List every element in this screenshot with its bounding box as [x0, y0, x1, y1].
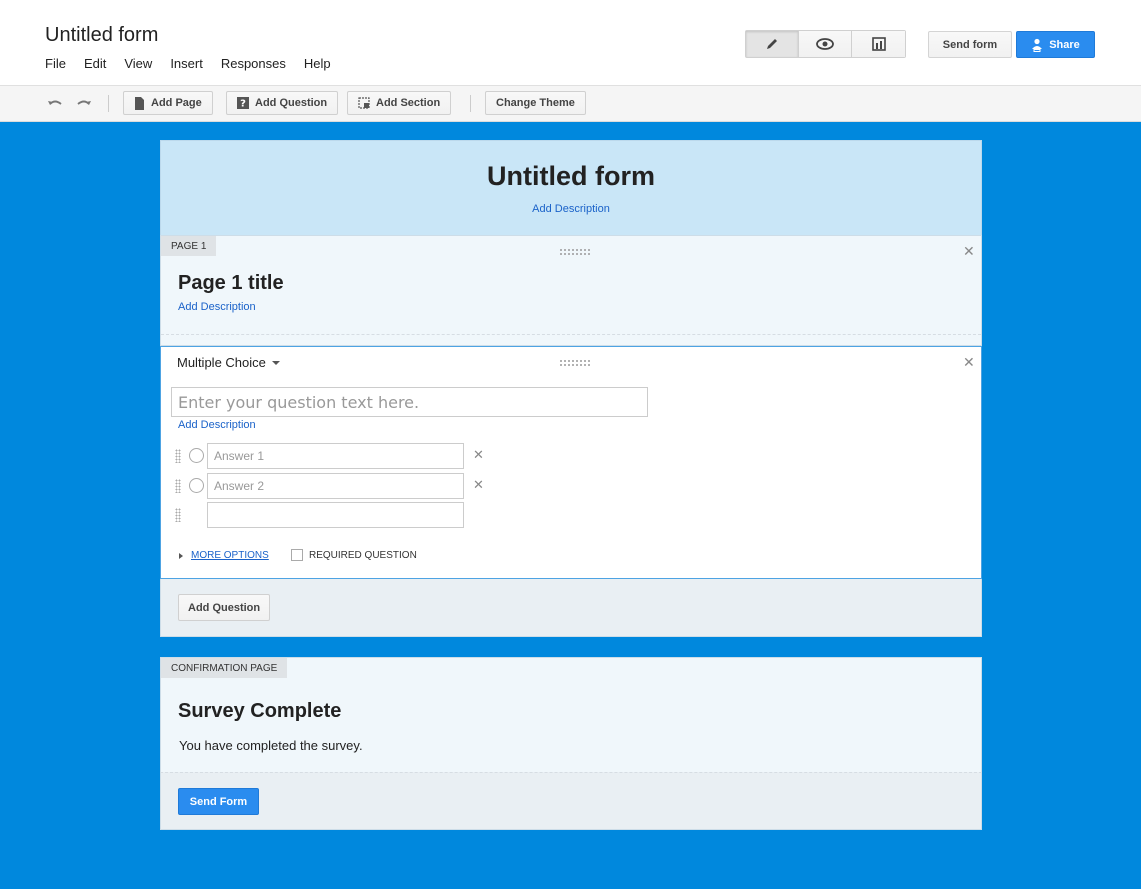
- question-editor: Multiple Choice ✕ Enter your question te…: [160, 346, 982, 579]
- spreadsheet-icon: [871, 37, 886, 51]
- question-text-input[interactable]: Enter your question text here.: [171, 387, 648, 417]
- confirmation-tag: CONFIRMATION PAGE: [161, 658, 288, 678]
- add-question-area: Add Question: [160, 579, 982, 637]
- change-theme-button[interactable]: Change Theme: [485, 91, 586, 115]
- answer-input[interactable]: Answer 1: [207, 443, 464, 469]
- redo-icon[interactable]: [75, 95, 93, 113]
- page-add-description-link[interactable]: Add Description: [178, 301, 256, 313]
- view-mode-toggle: [745, 30, 906, 58]
- more-options-link[interactable]: MORE OPTIONS: [179, 550, 269, 561]
- toolbar-divider: [108, 95, 109, 112]
- preview-mode-button[interactable]: [799, 31, 852, 57]
- grip-icon[interactable]: [175, 449, 181, 463]
- confirmation-title[interactable]: Survey Complete: [178, 700, 341, 723]
- menu-help[interactable]: Help: [304, 56, 331, 71]
- person-share-icon: [1032, 38, 1043, 52]
- grip-icon[interactable]: [175, 479, 181, 493]
- app-header: Untitled form File Edit View Insert Resp…: [0, 0, 1141, 86]
- remove-answer-icon[interactable]: ✕: [473, 477, 484, 493]
- svg-text:?: ?: [240, 99, 246, 110]
- edit-mode-button[interactable]: [746, 31, 799, 57]
- divider: [161, 334, 981, 335]
- share-button[interactable]: Share: [1016, 31, 1095, 58]
- toolbar-divider: [470, 95, 471, 112]
- responses-sheet-button[interactable]: [852, 31, 905, 57]
- radio-icon: [189, 448, 204, 463]
- required-question-toggle[interactable]: REQUIRED QUESTION: [291, 549, 417, 561]
- form-header: Untitled form Add Description: [160, 140, 982, 235]
- form-add-description-link[interactable]: Add Description: [161, 203, 981, 215]
- share-label: Share: [1049, 38, 1080, 51]
- add-page-label: Add Page: [151, 97, 202, 109]
- drag-handle-icon[interactable]: [559, 248, 591, 256]
- menu-edit[interactable]: Edit: [84, 56, 106, 71]
- menu-file[interactable]: File: [45, 56, 66, 71]
- menu-view[interactable]: View: [124, 56, 152, 71]
- eye-icon: [816, 38, 834, 50]
- question-add-description-link[interactable]: Add Description: [178, 419, 256, 431]
- document-title[interactable]: Untitled form: [45, 24, 158, 47]
- radio-icon: [189, 478, 204, 493]
- drag-handle-icon[interactable]: [559, 359, 591, 367]
- question-icon: ?: [237, 97, 249, 109]
- add-question-button[interactable]: Add Question: [178, 594, 271, 621]
- add-section-button[interactable]: Add Section: [347, 91, 452, 115]
- page-icon: [135, 96, 144, 110]
- section-icon: [358, 97, 370, 109]
- question-type-dropdown[interactable]: Multiple Choice: [177, 355, 280, 370]
- menu-bar: File Edit View Insert Responses Help: [45, 56, 349, 71]
- add-question-label: Add Question: [255, 97, 328, 109]
- menu-insert[interactable]: Insert: [170, 56, 203, 71]
- send-form-button[interactable]: Send form: [928, 31, 1012, 58]
- chevron-down-icon: [271, 360, 280, 365]
- confirmation-page-section: CONFIRMATION PAGE Survey Complete You ha…: [160, 657, 982, 772]
- required-question-label: REQUIRED QUESTION: [309, 549, 417, 561]
- change-theme-label: Change Theme: [496, 97, 575, 109]
- new-answer-input[interactable]: [207, 502, 464, 528]
- triangle-right-icon: [179, 552, 183, 559]
- menu-responses[interactable]: Responses: [221, 56, 286, 71]
- add-question-toolbar-button[interactable]: ? Add Question: [226, 91, 339, 115]
- add-page-button[interactable]: Add Page: [123, 91, 213, 115]
- page-1-section: PAGE 1 ✕ Page 1 title Add Description: [160, 235, 982, 346]
- page-tag: PAGE 1: [161, 236, 217, 256]
- grip-icon[interactable]: [175, 508, 181, 522]
- undo-icon[interactable]: [46, 95, 64, 113]
- confirmation-message[interactable]: You have completed the survey.: [179, 738, 363, 753]
- send-form-bottom-button[interactable]: Send Form: [178, 788, 259, 815]
- answer-input[interactable]: Answer 2: [207, 473, 464, 499]
- close-icon[interactable]: ✕: [963, 243, 975, 260]
- question-type-label: Multiple Choice: [177, 355, 266, 370]
- editor-toolbar: Add Page ? Add Question Add Section Chan…: [0, 86, 1141, 122]
- more-options-label: MORE OPTIONS: [191, 550, 269, 561]
- confirmation-footer: Send Form: [160, 772, 982, 830]
- close-icon[interactable]: ✕: [963, 354, 975, 371]
- remove-answer-icon[interactable]: ✕: [473, 447, 484, 463]
- checkbox[interactable]: [291, 549, 303, 561]
- add-section-label: Add Section: [376, 97, 441, 109]
- pencil-icon: [767, 39, 777, 49]
- page-title[interactable]: Page 1 title: [178, 272, 284, 295]
- form-title[interactable]: Untitled form: [161, 161, 981, 192]
